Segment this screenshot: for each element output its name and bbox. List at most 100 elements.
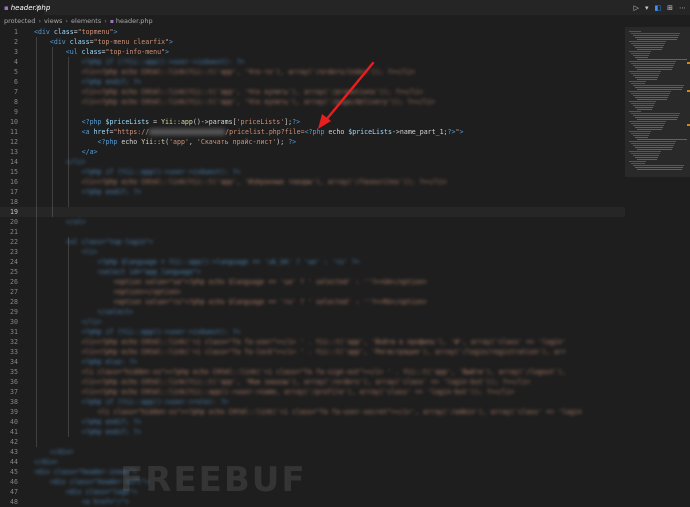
code-line[interactable]: 7 <li><?php echo CHtml::link(Yii::t('app… bbox=[0, 87, 625, 97]
line-number: 29 bbox=[10, 308, 18, 316]
run-dropdown-icon[interactable]: ▾ bbox=[645, 4, 649, 12]
code-line[interactable]: 21 bbox=[0, 227, 625, 237]
code-line[interactable]: 45 <div class="header-inner"> bbox=[0, 467, 625, 477]
code-text: <select id="app_language"> bbox=[34, 267, 201, 277]
minimap-line bbox=[637, 139, 687, 140]
compare-icon[interactable]: ◧ bbox=[655, 4, 662, 12]
code-line[interactable]: 46 <div class="header-left"> bbox=[0, 477, 625, 487]
code-line[interactable]: 37 <li><?php echo CHtml::link(Yii::app()… bbox=[0, 387, 625, 397]
code-line[interactable]: 36 <li><?php echo CHtml::link(Yii::t('ap… bbox=[0, 377, 625, 387]
code-line[interactable]: 19 bbox=[0, 207, 625, 217]
minimap-line bbox=[631, 83, 645, 84]
code-line[interactable]: 14 </li> bbox=[0, 157, 625, 167]
minimap-line bbox=[633, 115, 679, 116]
close-icon[interactable]: × bbox=[35, 3, 41, 11]
line-number: 13 bbox=[10, 148, 18, 156]
code-line[interactable]: 40 <?php endif; ?> bbox=[0, 417, 625, 427]
code-line[interactable]: 1 <div class="topmenu"> bbox=[0, 27, 625, 37]
minimap-line bbox=[629, 61, 676, 62]
code-line[interactable]: 8 <li><?php echo CHtml::link(Yii::t('app… bbox=[0, 97, 625, 107]
code-line[interactable]: 6 <?php endif; ?> bbox=[0, 77, 625, 87]
code-line[interactable]: 39 <li class="hidden-xs"><?php echo CHtm… bbox=[0, 407, 625, 417]
code-text: <?php else: ?> bbox=[34, 357, 138, 367]
code-text: </select> bbox=[34, 307, 134, 317]
code-text: <li> bbox=[34, 247, 98, 257]
code-token: <select id="app_language"> bbox=[97, 268, 201, 276]
code-line[interactable]: 41 <?php endif; ?> bbox=[0, 427, 625, 437]
line-number: 25 bbox=[10, 268, 18, 276]
code-token: <?php endif; ?> bbox=[81, 428, 142, 436]
minimap-line bbox=[629, 111, 641, 112]
code-line[interactable]: 32 <li><?php echo CHtml::link('<i class=… bbox=[0, 337, 625, 347]
line-number: 6 bbox=[14, 78, 18, 86]
code-line[interactable]: 15 <?php if (Yii::app()->user->isGuest):… bbox=[0, 167, 625, 177]
code-line[interactable]: 29 </select> bbox=[0, 307, 625, 317]
code-token: <?php if (Yii::app()->user->isGuest): ?> bbox=[81, 168, 241, 176]
code-line[interactable]: 33 <li><?php echo CHtml::link('<i class=… bbox=[0, 347, 625, 357]
code-text: <option value="ua"<?php echo $language =… bbox=[34, 277, 427, 287]
line-number: 26 bbox=[10, 278, 18, 286]
code-line[interactable]: 13 </a> bbox=[0, 147, 625, 157]
code-line[interactable]: 38 <?php if (Yii::app()->user->role): ?> bbox=[0, 397, 625, 407]
code-text: <li><?php echo CHtml::link(Yii::t('app',… bbox=[34, 177, 447, 187]
chevron-right-icon: › bbox=[65, 17, 69, 25]
code-line[interactable]: 9 bbox=[0, 107, 625, 117]
breadcrumb-file[interactable]: header.php bbox=[116, 17, 153, 25]
code-line[interactable]: 30 </li> bbox=[0, 317, 625, 327]
code-line[interactable]: 27 <option></option> bbox=[0, 287, 625, 297]
code-line[interactable]: 5 <li><?php echo CHtml::link(Yii::t('app… bbox=[0, 67, 625, 77]
code-line[interactable]: 43 </div> bbox=[0, 447, 625, 457]
breadcrumb-protected[interactable]: protected bbox=[4, 17, 35, 25]
code-line[interactable]: 42 bbox=[0, 437, 625, 447]
code-text: <a href="/"> bbox=[34, 497, 130, 507]
code-line[interactable]: 4 <?php if (!Yii::app()->user->isGuest):… bbox=[0, 57, 625, 67]
run-icon[interactable]: ▷ bbox=[634, 4, 639, 12]
breadcrumb-elements[interactable]: elements bbox=[71, 17, 101, 25]
code-line[interactable]: 3 <ul class="top-info-menu"> bbox=[0, 47, 625, 57]
minimap-line bbox=[633, 55, 649, 56]
code-editor[interactable]: 1 <div class="topmenu"> 2 <div class="top-… bbox=[0, 27, 625, 507]
line-number: 19 bbox=[10, 208, 18, 216]
code-line[interactable]: 31 <?php if (Yii::app()->user->isGuest):… bbox=[0, 327, 625, 337]
code-line[interactable]: 2 <div class="top-menu clearfix"> bbox=[0, 37, 625, 47]
minimap[interactable] bbox=[625, 27, 690, 507]
code-line[interactable]: 22 <ul class="top-login"> bbox=[0, 237, 625, 247]
breadcrumb-views[interactable]: views bbox=[44, 17, 62, 25]
tab-header-php[interactable]: ▪ header.php × bbox=[0, 0, 50, 15]
code-line[interactable]: 11 <a href="https:///pricelist.php?file=… bbox=[0, 127, 625, 137]
code-line[interactable]: 20 </ul> bbox=[0, 217, 625, 227]
code-token: Yii bbox=[141, 138, 154, 146]
code-token: <ul class="top-login"> bbox=[65, 238, 154, 246]
code-line[interactable]: 48 <a href="/"> bbox=[0, 497, 625, 507]
minimap-line bbox=[633, 85, 684, 86]
code-text: <li><?php echo CHtml::link('<i class="fa… bbox=[34, 337, 566, 347]
code-line[interactable]: 23 <li> bbox=[0, 247, 625, 257]
code-line[interactable]: 12 <?php echo Yii::t('app', 'Скачать пра… bbox=[0, 137, 625, 147]
code-line[interactable]: 44 </div> bbox=[0, 457, 625, 467]
line-number: 7 bbox=[14, 88, 18, 96]
code-line[interactable]: 18 bbox=[0, 197, 625, 207]
code-line[interactable]: 34 <?php else: ?> bbox=[0, 357, 625, 367]
minimap-line bbox=[629, 161, 646, 162]
minimap-line bbox=[633, 125, 664, 126]
code-token: app bbox=[180, 118, 193, 126]
more-actions-icon[interactable]: ⋯ bbox=[679, 4, 686, 12]
code-line[interactable]: 26 <option value="ua"<?php echo $languag… bbox=[0, 277, 625, 287]
code-line[interactable]: 16 <li><?php echo CHtml::link(Yii::t('ap… bbox=[0, 177, 625, 187]
code-text: </ul> bbox=[34, 217, 86, 227]
code-line[interactable]: 10 <?php $priceLists = Yii::app()->param… bbox=[0, 117, 625, 127]
code-line[interactable]: 47 <div class="logo"> bbox=[0, 487, 625, 497]
code-text: <?php echo Yii::t('app', 'Скачать прайс-… bbox=[34, 137, 297, 147]
code-line[interactable]: 25 <select id="app_language"> bbox=[0, 267, 625, 277]
minimap-line bbox=[631, 153, 660, 154]
code-line[interactable]: 24 <?php $language = Yii::app()->languag… bbox=[0, 257, 625, 267]
code-line[interactable]: 28 <option value="ru"<?php echo $languag… bbox=[0, 297, 625, 307]
split-editor-icon[interactable]: ⊞ bbox=[667, 4, 673, 12]
code-line[interactable]: 17 <?php endif; ?> bbox=[0, 187, 625, 197]
code-line[interactable]: 35 <li class="hidden-xs"><?php echo CHtm… bbox=[0, 367, 625, 377]
